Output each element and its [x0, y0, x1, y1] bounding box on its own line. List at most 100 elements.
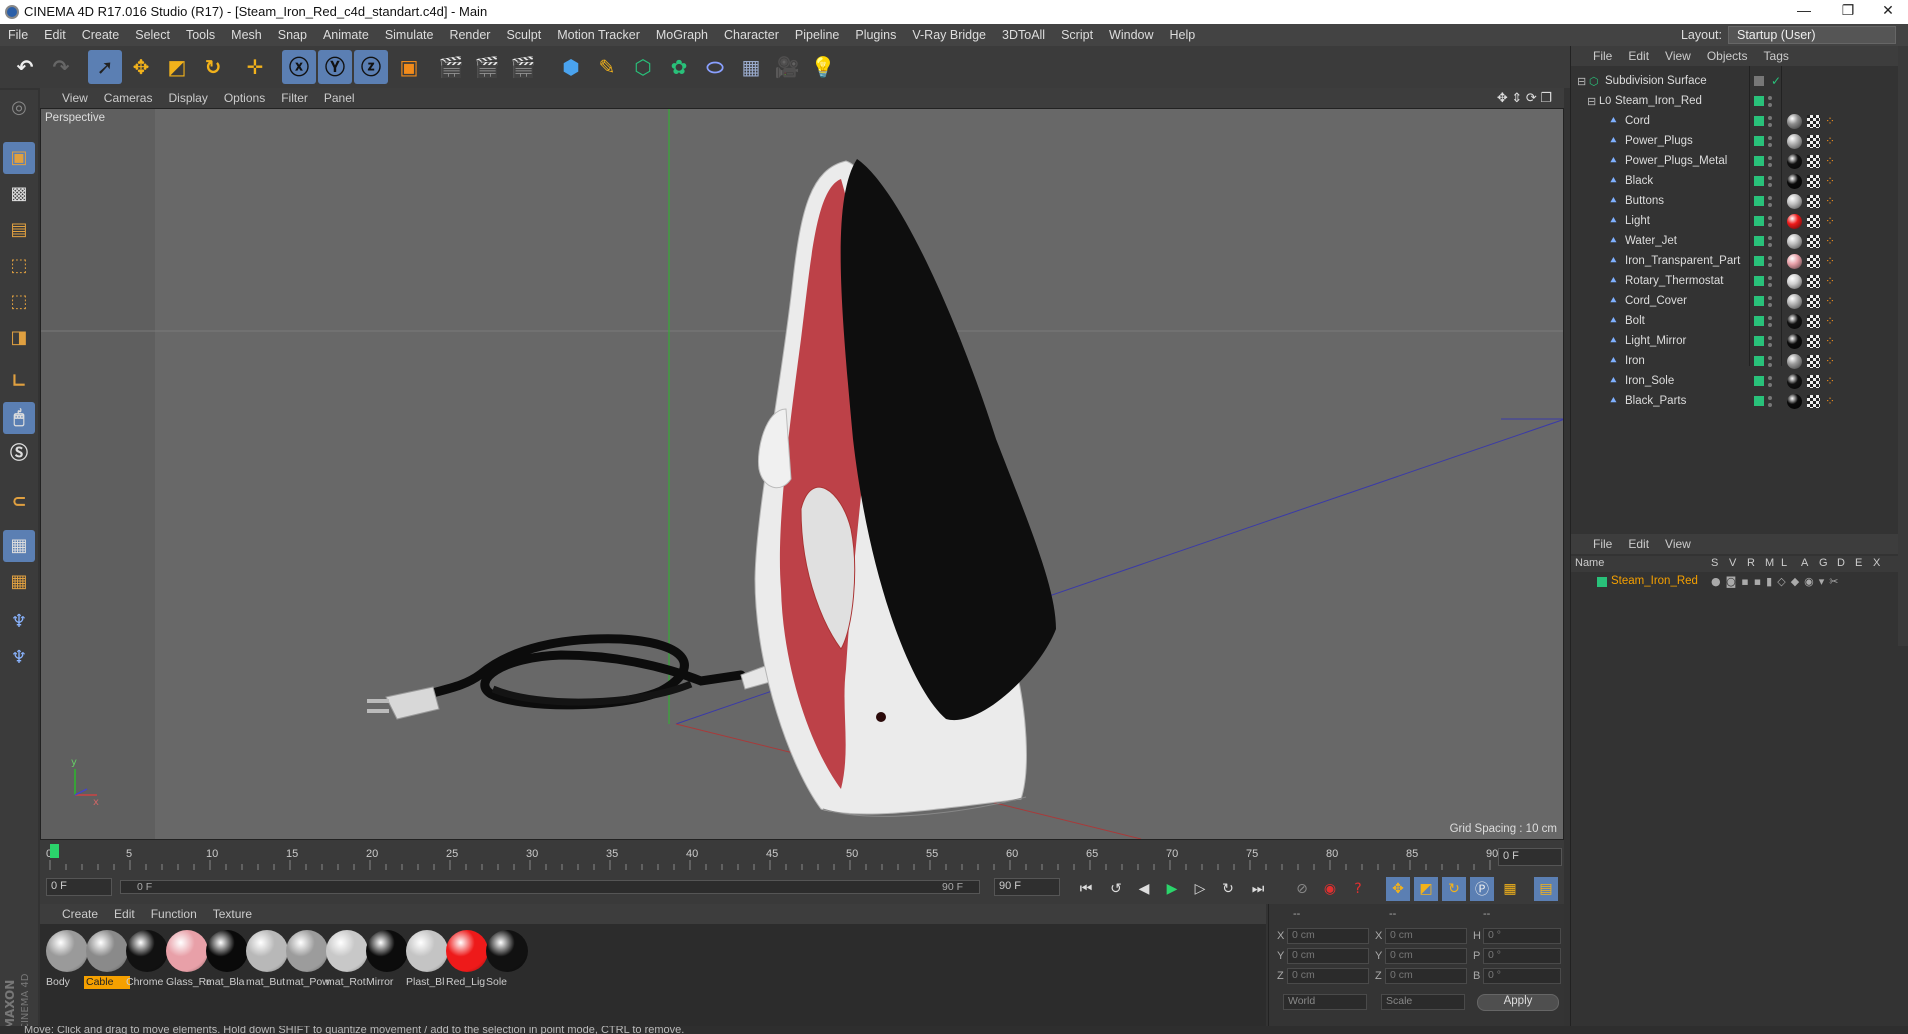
uvw-tag-icon[interactable]: [1807, 155, 1820, 168]
object-row[interactable]: ⯅ Black_Parts ⁘: [1571, 392, 1908, 412]
object-row-steam-iron-red[interactable]: ⊟ L0 Steam_Iron_Red: [1571, 92, 1908, 112]
layer-menu-edit[interactable]: Edit: [1620, 537, 1657, 551]
layer-color-icon[interactable]: [1754, 356, 1764, 366]
play-forward-icon[interactable]: ▶: [1160, 877, 1184, 901]
live-selection-icon[interactable]: ➚: [88, 50, 122, 84]
menu-pipeline[interactable]: Pipeline: [787, 28, 847, 42]
tweak-mode-icon[interactable]: 🖱: [3, 402, 35, 434]
workplane-mode-icon[interactable]: ▤: [3, 214, 35, 246]
move-tool-icon[interactable]: ✥: [124, 50, 158, 84]
menu-script[interactable]: Script: [1053, 28, 1101, 42]
z-axis-lock-icon[interactable]: ⓩ: [354, 50, 388, 84]
layer-color-icon[interactable]: [1754, 216, 1764, 226]
layer-color-icon[interactable]: [1754, 276, 1764, 286]
viewport-menu-panel[interactable]: Panel: [316, 91, 363, 105]
object-row-subdivision-surface[interactable]: ⊟ ⬡ Subdivision Surface ✓: [1571, 72, 1908, 92]
editor-visibility-icon[interactable]: [1768, 236, 1772, 240]
floor-scene-icon[interactable]: ▦: [734, 50, 768, 84]
menu-plugins[interactable]: Plugins: [847, 28, 904, 42]
next-frame-icon[interactable]: ▷: [1188, 877, 1212, 901]
object-row[interactable]: ⯅ Bolt ⁘: [1571, 312, 1908, 332]
lock-workplane-icon[interactable]: ▦: [3, 566, 35, 598]
uvw-tag-icon[interactable]: [1807, 395, 1820, 408]
layer-color-icon[interactable]: [1754, 236, 1764, 246]
coord-mode-dropdown[interactable]: Scale: [1381, 994, 1465, 1010]
object-row[interactable]: ⯅ Cord_Cover ⁘: [1571, 292, 1908, 312]
3d-viewport[interactable]: y x Perspective Grid Spacing : 10 cm: [40, 108, 1564, 840]
render-visibility-icon[interactable]: [1768, 123, 1772, 127]
phong-tag-icon[interactable]: ⁘: [1825, 175, 1838, 188]
object-row[interactable]: ⯅ Cord ⁘: [1571, 112, 1908, 132]
menu-sculpt[interactable]: Sculpt: [498, 28, 549, 42]
subdivision-surface-icon[interactable]: ⬡: [626, 50, 660, 84]
phong-tag-icon[interactable]: ⁘: [1825, 275, 1838, 288]
coord-pos-x-field[interactable]: 0 cm: [1287, 928, 1369, 944]
layer-color-icon[interactable]: [1754, 376, 1764, 386]
object-menu-edit[interactable]: Edit: [1620, 49, 1657, 63]
material-menu-edit[interactable]: Edit: [106, 907, 143, 921]
coord-rot-b-field[interactable]: 0 °: [1483, 968, 1561, 984]
cube-object-icon[interactable]: ⬢: [554, 50, 588, 84]
redo-icon[interactable]: ↷: [44, 50, 78, 84]
render-visibility-icon[interactable]: [1768, 283, 1772, 287]
pen-spline-icon[interactable]: ✎: [590, 50, 624, 84]
object-row[interactable]: ⯅ Buttons ⁘: [1571, 192, 1908, 212]
layer-color-icon[interactable]: [1754, 156, 1764, 166]
material-menu-create[interactable]: Create: [40, 907, 106, 921]
phong-tag-icon[interactable]: ⁘: [1825, 335, 1838, 348]
menu-window[interactable]: Window: [1101, 28, 1161, 42]
layer-color-icon[interactable]: [1754, 116, 1764, 126]
viewport-menu-options[interactable]: Options: [216, 91, 273, 105]
material-tag-icon[interactable]: [1787, 254, 1802, 269]
menu-vray-bridge[interactable]: V-Ray Bridge: [904, 28, 994, 42]
uvw-tag-icon[interactable]: [1807, 115, 1820, 128]
editor-visibility-icon[interactable]: [1768, 316, 1772, 320]
menu-tools[interactable]: Tools: [178, 28, 223, 42]
timeline-window-icon[interactable]: ▤: [1534, 877, 1558, 901]
menu-snap[interactable]: Snap: [270, 28, 315, 42]
material-tag-icon[interactable]: [1787, 134, 1802, 149]
uvw-tag-icon[interactable]: [1807, 355, 1820, 368]
layer-color-icon[interactable]: [1754, 396, 1764, 406]
coord-size-x-field[interactable]: 0 cm: [1385, 928, 1467, 944]
render-visibility-icon[interactable]: [1768, 383, 1772, 387]
edit-render-settings-icon[interactable]: 🎬: [506, 50, 540, 84]
phong-tag-icon[interactable]: ⁘: [1825, 315, 1838, 328]
uvw-tag-icon[interactable]: [1807, 275, 1820, 288]
editor-visibility-icon[interactable]: [1768, 116, 1772, 120]
menu-create[interactable]: Create: [74, 28, 128, 42]
recent-tool-icon[interactable]: ✛: [238, 50, 272, 84]
y-axis-lock-icon[interactable]: Ⓨ: [318, 50, 352, 84]
uvw-tag-icon[interactable]: [1807, 135, 1820, 148]
object-row[interactable]: ⯅ Power_Plugs_Metal ⁘: [1571, 152, 1908, 172]
layer-menu-view[interactable]: View: [1657, 537, 1699, 551]
layer-color-icon[interactable]: [1754, 296, 1764, 306]
material-tag-icon[interactable]: [1787, 314, 1802, 329]
editor-visibility-icon[interactable]: [1768, 276, 1772, 280]
viewport-menu-filter[interactable]: Filter: [273, 91, 316, 105]
material-tag-icon[interactable]: [1787, 214, 1802, 229]
end-frame-field[interactable]: 90 F: [994, 878, 1060, 896]
material-tag-icon[interactable]: [1787, 154, 1802, 169]
layer-color-icon[interactable]: [1754, 316, 1764, 326]
phong-tag-icon[interactable]: ⁘: [1825, 115, 1838, 128]
record-keys-icon[interactable]: ⊘: [1290, 877, 1314, 901]
rotate-tool-icon[interactable]: ↻: [196, 50, 230, 84]
playhead-marker[interactable]: [50, 844, 59, 858]
material-tag-icon[interactable]: [1787, 194, 1802, 209]
material-tag-icon[interactable]: [1787, 334, 1802, 349]
viewport-nav-icons[interactable]: ✥ ⇕ ⟳ ❐: [1489, 90, 1560, 106]
next-key-icon[interactable]: ↻: [1216, 877, 1240, 901]
phong-tag-icon[interactable]: ⁘: [1825, 235, 1838, 248]
render-visibility-icon[interactable]: [1768, 303, 1772, 307]
editor-visibility-icon[interactable]: [1768, 376, 1772, 380]
object-row[interactable]: ⯅ Iron ⁘: [1571, 352, 1908, 372]
apply-button[interactable]: Apply: [1477, 994, 1559, 1011]
go-to-start-icon[interactable]: ⏮: [1074, 877, 1098, 901]
render-visibility-icon[interactable]: [1768, 363, 1772, 367]
material-tag-icon[interactable]: [1787, 394, 1802, 409]
uvw-tag-icon[interactable]: [1807, 215, 1820, 228]
editor-visibility-icon[interactable]: [1768, 176, 1772, 180]
menu-mesh[interactable]: Mesh: [223, 28, 270, 42]
menu-file[interactable]: File: [0, 28, 36, 42]
